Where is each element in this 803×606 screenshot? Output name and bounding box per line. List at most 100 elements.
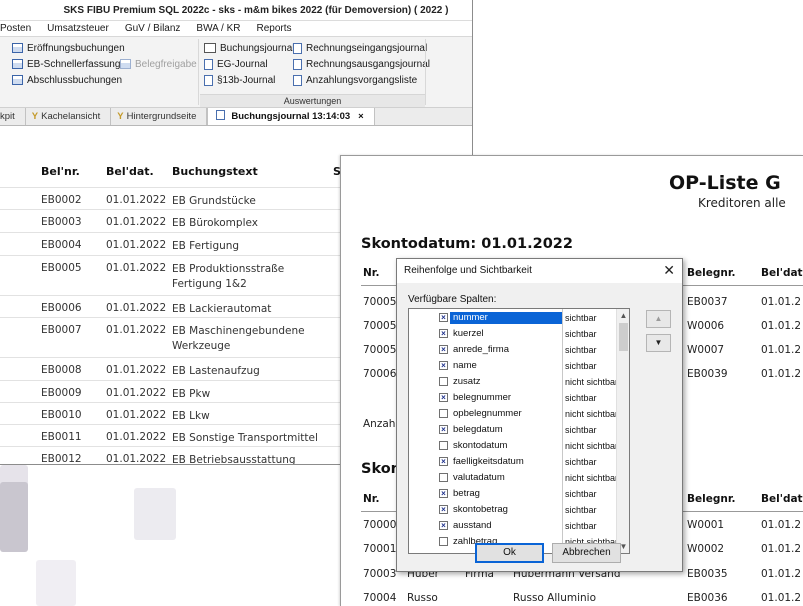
visibility-checkbox[interactable] xyxy=(439,409,448,418)
col-header-belegnr: Belegnr. xyxy=(687,493,736,505)
scroll-up-icon[interactable]: ▲ xyxy=(617,309,629,322)
rechnungseingangsjournal-button[interactable]: Rechnungseingangsjournal xyxy=(293,40,430,56)
visibility-checkbox[interactable]: × xyxy=(439,313,448,322)
buchungstext-cell: EB Fertigung xyxy=(172,240,240,252)
13b-journal-button[interactable]: §13b-Journal xyxy=(204,72,295,88)
buchungstext-cell: EB Sonstige Transportmittel xyxy=(172,432,318,444)
menu-reports[interactable]: Reports xyxy=(249,21,300,36)
list-item[interactable]: × kuerzel sichtbar xyxy=(409,328,617,340)
column-name: valutadatum xyxy=(453,472,505,483)
beldat-cell: 01.01.2 xyxy=(761,320,802,332)
background-tile xyxy=(134,488,176,540)
rechnungsausgangsjournal-button[interactable]: Rechnungsausgangsjournal xyxy=(293,56,430,72)
belegnr-cell: W0006 xyxy=(687,320,725,332)
ribbon-column: Eröffnungsbuchungen EB-Schnellerfassung … xyxy=(12,40,125,88)
eg-journal-button[interactable]: EG-Journal xyxy=(204,56,295,72)
list-item[interactable]: × skontobetrag sichtbar xyxy=(409,504,617,516)
menu-guv-bilanz[interactable]: GuV / Bilanz xyxy=(117,21,189,36)
close-icon[interactable]: ✕ xyxy=(663,259,675,281)
document-icon xyxy=(293,74,302,86)
columns-listbox[interactable]: × nummer sichtbar × kuerzel sichtbar × anrede_f… xyxy=(408,308,630,554)
visibility-checkbox[interactable] xyxy=(439,441,448,450)
visibility-checkbox[interactable]: × xyxy=(439,345,448,354)
list-item[interactable]: × faelligkeitsdatum sichtbar xyxy=(409,456,617,468)
tab-buchungsjournal[interactable]: Buchungsjournal 13:14:03 × xyxy=(207,108,375,125)
button-label: Belegfreigabe xyxy=(135,58,197,70)
kreditor-nr-cell: 70003 xyxy=(363,568,397,580)
list-item[interactable]: × betrag sichtbar xyxy=(409,488,617,500)
column-name: zusatz xyxy=(453,376,481,387)
kuerzel-cell: Russo xyxy=(407,592,438,604)
menu-bwa-kr[interactable]: BWA / KR xyxy=(188,21,248,36)
cancel-button[interactable]: Abbrechen xyxy=(552,543,621,563)
kreditor-nr-cell: 70005 xyxy=(363,320,397,332)
ok-button[interactable]: Ok xyxy=(475,543,544,563)
column-name: betrag xyxy=(453,488,480,499)
visibility-checkbox[interactable]: × xyxy=(439,361,448,370)
table-icon xyxy=(12,59,23,69)
menu-posten[interactable]: Posten xyxy=(0,21,39,36)
belegdatum-cell: 01.01.2022 xyxy=(106,216,167,228)
list-item[interactable]: zusatz nicht sichtbar xyxy=(409,376,618,388)
eb-schnellerfassung-button[interactable]: EB-Schnellerfassung xyxy=(12,56,125,72)
list-item[interactable]: valutadatum nicht sichtbar xyxy=(409,472,618,484)
list-item[interactable]: × name sichtbar xyxy=(409,360,617,372)
visibility-checkbox[interactable]: × xyxy=(439,425,448,434)
section-heading: Skontodatum: 01.01.2022 xyxy=(361,236,573,252)
menu-umsatzsteuer[interactable]: Umsatzsteuer xyxy=(39,21,117,36)
visibility-checkbox[interactable] xyxy=(439,377,448,386)
belegdatum-cell: 01.01.2022 xyxy=(106,194,167,206)
list-item[interactable]: skontodatum nicht sichtbar xyxy=(409,440,618,452)
anzahlungsvorgangsliste-button[interactable]: Anzahlungsvorgangsliste xyxy=(293,72,430,88)
belegnr-cell: EB0039 xyxy=(687,368,728,380)
list-item[interactable]: × ausstand sichtbar xyxy=(409,520,617,532)
tab-hintergrundseite[interactable]: Y Hintergrundseite xyxy=(111,108,208,125)
visibility-checkbox[interactable] xyxy=(439,473,448,482)
scroll-thumb[interactable] xyxy=(619,323,628,351)
visibility-checkbox[interactable] xyxy=(439,537,448,546)
buchungstext-cell: EB Betriebsausstattung xyxy=(172,454,296,465)
belegdatum-cell: 01.01.2022 xyxy=(106,387,167,399)
list-item[interactable]: × anrede_firma sichtbar xyxy=(409,344,617,356)
belegdatum-cell: 01.01.2022 xyxy=(106,431,167,443)
tab-bar: kpit Y Kachelansicht Y Hintergrundseite Bu… xyxy=(0,108,472,126)
beldat-cell: 01.01.2 xyxy=(761,519,802,531)
listbox-scrollbar[interactable]: ▲ ▼ xyxy=(616,309,629,553)
visibility-checkbox[interactable]: × xyxy=(439,329,448,338)
document-icon xyxy=(204,58,213,70)
list-item[interactable]: × belegnummer sichtbar xyxy=(409,392,617,404)
document-icon xyxy=(216,110,226,120)
beldat-cell: 01.01.2 xyxy=(761,568,802,580)
beldat-cell: 01.01.2 xyxy=(761,296,802,308)
col-header-beldat: Bel'dat xyxy=(761,267,803,279)
tab-kachelansicht[interactable]: Y Kachelansicht xyxy=(26,108,112,125)
belegdatum-cell: 01.01.2022 xyxy=(106,324,167,336)
abschlussbuchungen-button[interactable]: Abschlussbuchungen xyxy=(12,72,125,88)
list-item[interactable]: × nummer sichtbar xyxy=(409,312,617,324)
list-item[interactable]: × belegdatum sichtbar xyxy=(409,424,617,436)
button-label: EG-Journal xyxy=(217,58,268,70)
visibility-checkbox[interactable]: × xyxy=(439,393,448,402)
belegdatum-cell: 01.01.2022 xyxy=(106,453,167,465)
visibility-checkbox[interactable]: × xyxy=(439,521,448,530)
buchungsjournal-button[interactable]: Buchungsjournal xyxy=(204,40,295,56)
table-icon xyxy=(120,59,131,69)
move-down-button[interactable]: ▼ xyxy=(646,334,671,352)
list-item[interactable]: opbelegnummer nicht sichtbar xyxy=(409,408,618,420)
eroeffnungsbuchungen-button[interactable]: Eröffnungsbuchungen xyxy=(12,40,125,56)
visibility-checkbox[interactable]: × xyxy=(439,457,448,466)
button-label: Abschlussbuchungen xyxy=(27,74,123,86)
close-icon[interactable]: × xyxy=(358,111,364,122)
move-up-button[interactable]: ▲ xyxy=(646,310,671,328)
visibility-checkbox[interactable]: × xyxy=(439,505,448,514)
tab-cockpit[interactable]: kpit xyxy=(0,108,26,125)
anzahl-label: Anzah xyxy=(363,418,396,430)
button-label: Eröffnungsbuchungen xyxy=(27,42,125,54)
tab-label: Buchungsjournal 13:14:03 xyxy=(231,111,351,122)
column-name: faelligkeitsdatum xyxy=(453,456,524,467)
belegfreigabe-button[interactable]: Belegfreigabe xyxy=(120,56,197,72)
column-name: skontobetrag xyxy=(453,504,508,515)
button-label: §13b-Journal xyxy=(217,74,276,86)
visibility-checkbox[interactable]: × xyxy=(439,489,448,498)
document-icon xyxy=(293,58,302,70)
